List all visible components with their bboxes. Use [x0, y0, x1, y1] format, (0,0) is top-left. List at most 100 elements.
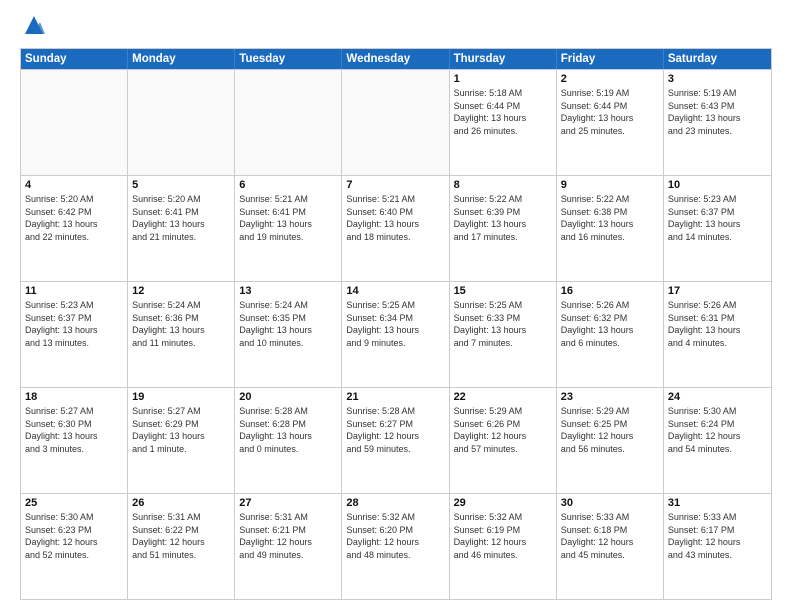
day-info: Sunrise: 5:20 AM Sunset: 6:42 PM Dayligh… [25, 193, 123, 243]
day-cell-1: 1 Sunrise: 5:18 AM Sunset: 6:44 PM Daylig… [450, 70, 557, 175]
day-info: Sunrise: 5:21 AM Sunset: 6:40 PM Dayligh… [346, 193, 444, 243]
calendar-body: 1 Sunrise: 5:18 AM Sunset: 6:44 PM Daylig… [21, 69, 771, 599]
day-info: Sunrise: 5:18 AM Sunset: 6:44 PM Dayligh… [454, 87, 552, 137]
empty-cell [128, 70, 235, 175]
day-number: 2 [561, 73, 659, 85]
day-cell-23: 23 Sunrise: 5:29 AM Sunset: 6:25 PM Dayli… [557, 388, 664, 493]
day-cell-15: 15Sunrise: 5:25 AM Sunset: 6:33 PM Dayli… [450, 282, 557, 387]
day-info: Sunrise: 5:32 AM Sunset: 6:19 PM Dayligh… [454, 511, 552, 561]
day-info: Sunrise: 5:26 AM Sunset: 6:32 PM Dayligh… [561, 299, 659, 349]
day-cell-7: 7 Sunrise: 5:21 AM Sunset: 6:40 PM Daylig… [342, 176, 449, 281]
header-day-monday: Monday [128, 49, 235, 69]
day-number: 1 [454, 73, 552, 85]
day-info: Sunrise: 5:30 AM Sunset: 6:24 PM Dayligh… [668, 405, 767, 455]
day-number: 14 [346, 285, 444, 297]
day-number: 13 [239, 285, 337, 297]
empty-cell [21, 70, 128, 175]
day-number: 16 [561, 285, 659, 297]
day-cell-18: 18Sunrise: 5:27 AM Sunset: 6:30 PM Dayli… [21, 388, 128, 493]
calendar-week-3: 11 Sunrise: 5:23 AM Sunset: 6:37 PM Dayli… [21, 281, 771, 387]
day-cell-17: 17 Sunrise: 5:26 AM Sunset: 6:31 PM Dayli… [664, 282, 771, 387]
day-number: 22 [454, 391, 552, 403]
day-info: Sunrise: 5:24 AM Sunset: 6:36 PM Dayligh… [132, 299, 230, 349]
day-info: Sunrise: 5:31 AM Sunset: 6:22 PM Dayligh… [132, 511, 230, 561]
day-info: Sunrise: 5:29 AM Sunset: 6:26 PM Dayligh… [454, 405, 552, 455]
day-info: Sunrise: 5:19 AM Sunset: 6:43 PM Dayligh… [668, 87, 767, 137]
day-cell-19: 19 Sunrise: 5:27 AM Sunset: 6:29 PM Dayli… [128, 388, 235, 493]
page: SundayMondayTuesdayWednesdayThursdayFrid… [0, 0, 792, 612]
day-cell-30: 30 Sunrise: 5:33 AM Sunset: 6:18 PM Dayli… [557, 494, 664, 599]
day-cell-25: 25 Sunrise: 5:30 AM Sunset: 6:23 PM Dayli… [21, 494, 128, 599]
day-cell-9: 9Sunrise: 5:22 AM Sunset: 6:38 PM Daylig… [557, 176, 664, 281]
day-cell-28: 28 Sunrise: 5:32 AM Sunset: 6:20 PM Dayli… [342, 494, 449, 599]
day-cell-14: 14Sunrise: 5:25 AM Sunset: 6:34 PM Dayli… [342, 282, 449, 387]
day-cell-12: 12 Sunrise: 5:24 AM Sunset: 6:36 PM Dayli… [128, 282, 235, 387]
calendar-week-2: 4 Sunrise: 5:20 AM Sunset: 6:42 PM Daylig… [21, 175, 771, 281]
day-cell-31: 31Sunrise: 5:33 AM Sunset: 6:17 PM Dayli… [664, 494, 771, 599]
day-cell-16: 16 Sunrise: 5:26 AM Sunset: 6:32 PM Dayli… [557, 282, 664, 387]
day-cell-29: 29 Sunrise: 5:32 AM Sunset: 6:19 PM Dayli… [450, 494, 557, 599]
day-info: Sunrise: 5:23 AM Sunset: 6:37 PM Dayligh… [25, 299, 123, 349]
day-info: Sunrise: 5:30 AM Sunset: 6:23 PM Dayligh… [25, 511, 123, 561]
day-info: Sunrise: 5:33 AM Sunset: 6:18 PM Dayligh… [561, 511, 659, 561]
day-number: 24 [668, 391, 767, 403]
day-info: Sunrise: 5:31 AM Sunset: 6:21 PM Dayligh… [239, 511, 337, 561]
day-cell-26: 26 Sunrise: 5:31 AM Sunset: 6:22 PM Dayli… [128, 494, 235, 599]
calendar: SundayMondayTuesdayWednesdayThursdayFrid… [20, 48, 772, 600]
day-info: Sunrise: 5:28 AM Sunset: 6:28 PM Dayligh… [239, 405, 337, 455]
day-info: Sunrise: 5:33 AM Sunset: 6:17 PM Dayligh… [668, 511, 767, 561]
day-number: 29 [454, 497, 552, 509]
day-number: 28 [346, 497, 444, 509]
day-cell-22: 22 Sunrise: 5:29 AM Sunset: 6:26 PM Dayli… [450, 388, 557, 493]
day-cell-27: 27 Sunrise: 5:31 AM Sunset: 6:21 PM Dayli… [235, 494, 342, 599]
header-day-friday: Friday [557, 49, 664, 69]
empty-cell [342, 70, 449, 175]
day-number: 4 [25, 179, 123, 191]
day-number: 25 [25, 497, 123, 509]
day-info: Sunrise: 5:32 AM Sunset: 6:20 PM Dayligh… [346, 511, 444, 561]
day-cell-13: 13Sunrise: 5:24 AM Sunset: 6:35 PM Dayli… [235, 282, 342, 387]
empty-cell [235, 70, 342, 175]
day-cell-11: 11 Sunrise: 5:23 AM Sunset: 6:37 PM Dayli… [21, 282, 128, 387]
day-number: 20 [239, 391, 337, 403]
day-number: 21 [346, 391, 444, 403]
day-number: 11 [25, 285, 123, 297]
day-info: Sunrise: 5:23 AM Sunset: 6:37 PM Dayligh… [668, 193, 767, 243]
day-info: Sunrise: 5:19 AM Sunset: 6:44 PM Dayligh… [561, 87, 659, 137]
day-info: Sunrise: 5:26 AM Sunset: 6:31 PM Dayligh… [668, 299, 767, 349]
day-info: Sunrise: 5:22 AM Sunset: 6:38 PM Dayligh… [561, 193, 659, 243]
header-day-sunday: Sunday [21, 49, 128, 69]
header-day-thursday: Thursday [450, 49, 557, 69]
day-number: 6 [239, 179, 337, 191]
header [20, 16, 772, 40]
day-cell-24: 24 Sunrise: 5:30 AM Sunset: 6:24 PM Dayli… [664, 388, 771, 493]
day-cell-4: 4 Sunrise: 5:20 AM Sunset: 6:42 PM Daylig… [21, 176, 128, 281]
calendar-header: SundayMondayTuesdayWednesdayThursdayFrid… [21, 49, 771, 69]
day-cell-10: 10Sunrise: 5:23 AM Sunset: 6:37 PM Dayli… [664, 176, 771, 281]
day-cell-3: 3 Sunrise: 5:19 AM Sunset: 6:43 PM Daylig… [664, 70, 771, 175]
header-day-tuesday: Tuesday [235, 49, 342, 69]
day-number: 12 [132, 285, 230, 297]
day-number: 23 [561, 391, 659, 403]
day-info: Sunrise: 5:29 AM Sunset: 6:25 PM Dayligh… [561, 405, 659, 455]
day-number: 17 [668, 285, 767, 297]
header-day-wednesday: Wednesday [342, 49, 449, 69]
day-info: Sunrise: 5:27 AM Sunset: 6:29 PM Dayligh… [132, 405, 230, 455]
day-info: Sunrise: 5:21 AM Sunset: 6:41 PM Dayligh… [239, 193, 337, 243]
day-number: 19 [132, 391, 230, 403]
calendar-week-1: 1 Sunrise: 5:18 AM Sunset: 6:44 PM Daylig… [21, 69, 771, 175]
header-day-saturday: Saturday [664, 49, 771, 69]
day-info: Sunrise: 5:22 AM Sunset: 6:39 PM Dayligh… [454, 193, 552, 243]
day-number: 3 [668, 73, 767, 85]
day-number: 27 [239, 497, 337, 509]
logo-icon [23, 12, 45, 40]
day-number: 26 [132, 497, 230, 509]
day-cell-8: 8Sunrise: 5:22 AM Sunset: 6:39 PM Daylig… [450, 176, 557, 281]
day-cell-5: 5Sunrise: 5:20 AM Sunset: 6:41 PM Daylig… [128, 176, 235, 281]
day-number: 15 [454, 285, 552, 297]
day-number: 30 [561, 497, 659, 509]
day-cell-21: 21 Sunrise: 5:28 AM Sunset: 6:27 PM Dayli… [342, 388, 449, 493]
day-cell-6: 6 Sunrise: 5:21 AM Sunset: 6:41 PM Daylig… [235, 176, 342, 281]
day-number: 7 [346, 179, 444, 191]
day-info: Sunrise: 5:28 AM Sunset: 6:27 PM Dayligh… [346, 405, 444, 455]
